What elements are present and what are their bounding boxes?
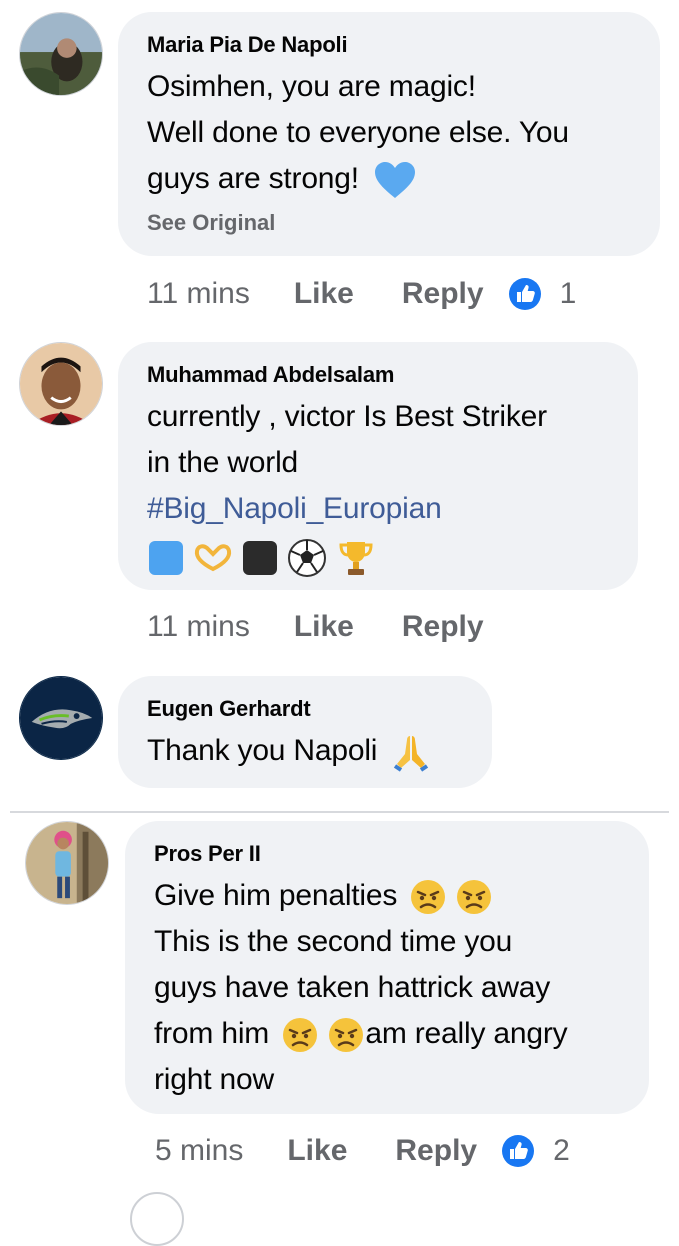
comment-line: guys have taken hattrick away — [154, 971, 551, 1004]
timestamp[interactable]: 11 mins — [147, 277, 250, 311]
trophy-icon — [336, 538, 376, 578]
avatar[interactable] — [19, 12, 103, 96]
timestamp[interactable]: 11 mins — [147, 610, 250, 644]
comment-line: in the world — [147, 446, 299, 479]
author-name[interactable]: Maria Pia De Napoli — [147, 30, 632, 60]
author-name[interactable]: Pros Per II — [154, 839, 621, 869]
comment-line-with-emoji: Give him penalties — [154, 873, 621, 919]
comment-line: am really angry — [365, 1017, 568, 1050]
comment-bubble: Maria Pia De Napoli Osimhen, you are mag… — [118, 12, 660, 256]
comment-text: Thank you Napoli — [147, 728, 464, 774]
comment-line: Give him penalties — [154, 879, 398, 912]
author-name[interactable]: Eugen Gerhardt — [147, 694, 464, 724]
like-reaction-icon[interactable] — [508, 277, 542, 311]
angry-face-icon — [281, 1016, 319, 1054]
like-button[interactable]: Like — [287, 1134, 347, 1168]
see-original-link[interactable]: See Original — [147, 208, 632, 238]
like-reaction-icon[interactable] — [501, 1134, 535, 1168]
comment-line: right now — [154, 1063, 274, 1096]
comment-line: Well done to everyone else. You — [147, 116, 569, 149]
comment-text: Give him penalties This is the second ti… — [154, 873, 621, 1103]
timestamp[interactable]: 5 mins — [155, 1134, 243, 1168]
comment-meta: 11 mins Like Reply 1 — [147, 274, 576, 314]
avatar[interactable] — [19, 676, 103, 760]
comment-line-with-emoji: Thank you Napoli — [147, 728, 464, 774]
black-square-icon — [241, 539, 279, 577]
emoji-row — [147, 532, 610, 580]
angry-face-icon — [327, 1016, 365, 1054]
soccer-ball-icon — [287, 538, 327, 578]
reaction-count: 1 — [559, 277, 577, 310]
blue-heart-icon — [373, 160, 417, 200]
avatar[interactable] — [25, 821, 109, 905]
comment-bubble: Eugen Gerhardt Thank you Napoli — [118, 676, 492, 788]
reaction-count: 2 — [553, 1134, 570, 1167]
comment-line: guys are strong! — [147, 162, 359, 195]
hashtag-link[interactable]: #Big_Napoli_Europian — [147, 486, 610, 532]
comment-line-with-emoji: guys are strong! — [147, 156, 632, 202]
reply-button[interactable]: Reply — [395, 1134, 477, 1168]
comment-text: Osimhen, you are magic! Well done to eve… — [147, 64, 632, 202]
thread-divider — [10, 811, 669, 813]
reply-button[interactable]: Reply — [402, 277, 484, 311]
comment-bubble: Muhammad Abdelsalam currently , victor I… — [118, 342, 638, 590]
comment-line: Osimhen, you are magic! — [147, 70, 476, 103]
comment-text: currently , victor Is Best Striker in th… — [147, 394, 610, 580]
angry-face-icon — [409, 878, 447, 916]
comment-meta: 5 mins Like Reply 2 — [155, 1131, 570, 1171]
reply-button[interactable]: Reply — [402, 610, 484, 644]
heart-hands-icon — [193, 539, 233, 577]
comment-line: currently , victor Is Best Striker — [147, 400, 547, 433]
avatar[interactable] — [19, 342, 103, 426]
comment-meta: 11 mins Like Reply — [147, 607, 508, 647]
folded-hands-icon — [391, 732, 431, 772]
comment-line: from him — [154, 1017, 270, 1050]
angry-face-icon — [455, 878, 493, 916]
comment-line-with-emoji: from him am really angry — [154, 1011, 621, 1057]
comment-line: Thank you Napoli — [147, 734, 378, 767]
next-reply-avatar — [130, 1192, 184, 1246]
blue-square-icon — [147, 539, 185, 577]
like-button[interactable]: Like — [294, 610, 354, 644]
comment-line: This is the second time you — [154, 925, 513, 958]
author-name[interactable]: Muhammad Abdelsalam — [147, 360, 610, 390]
comment-bubble: Pros Per II Give him penalties This is t… — [125, 821, 649, 1114]
like-button[interactable]: Like — [294, 277, 354, 311]
